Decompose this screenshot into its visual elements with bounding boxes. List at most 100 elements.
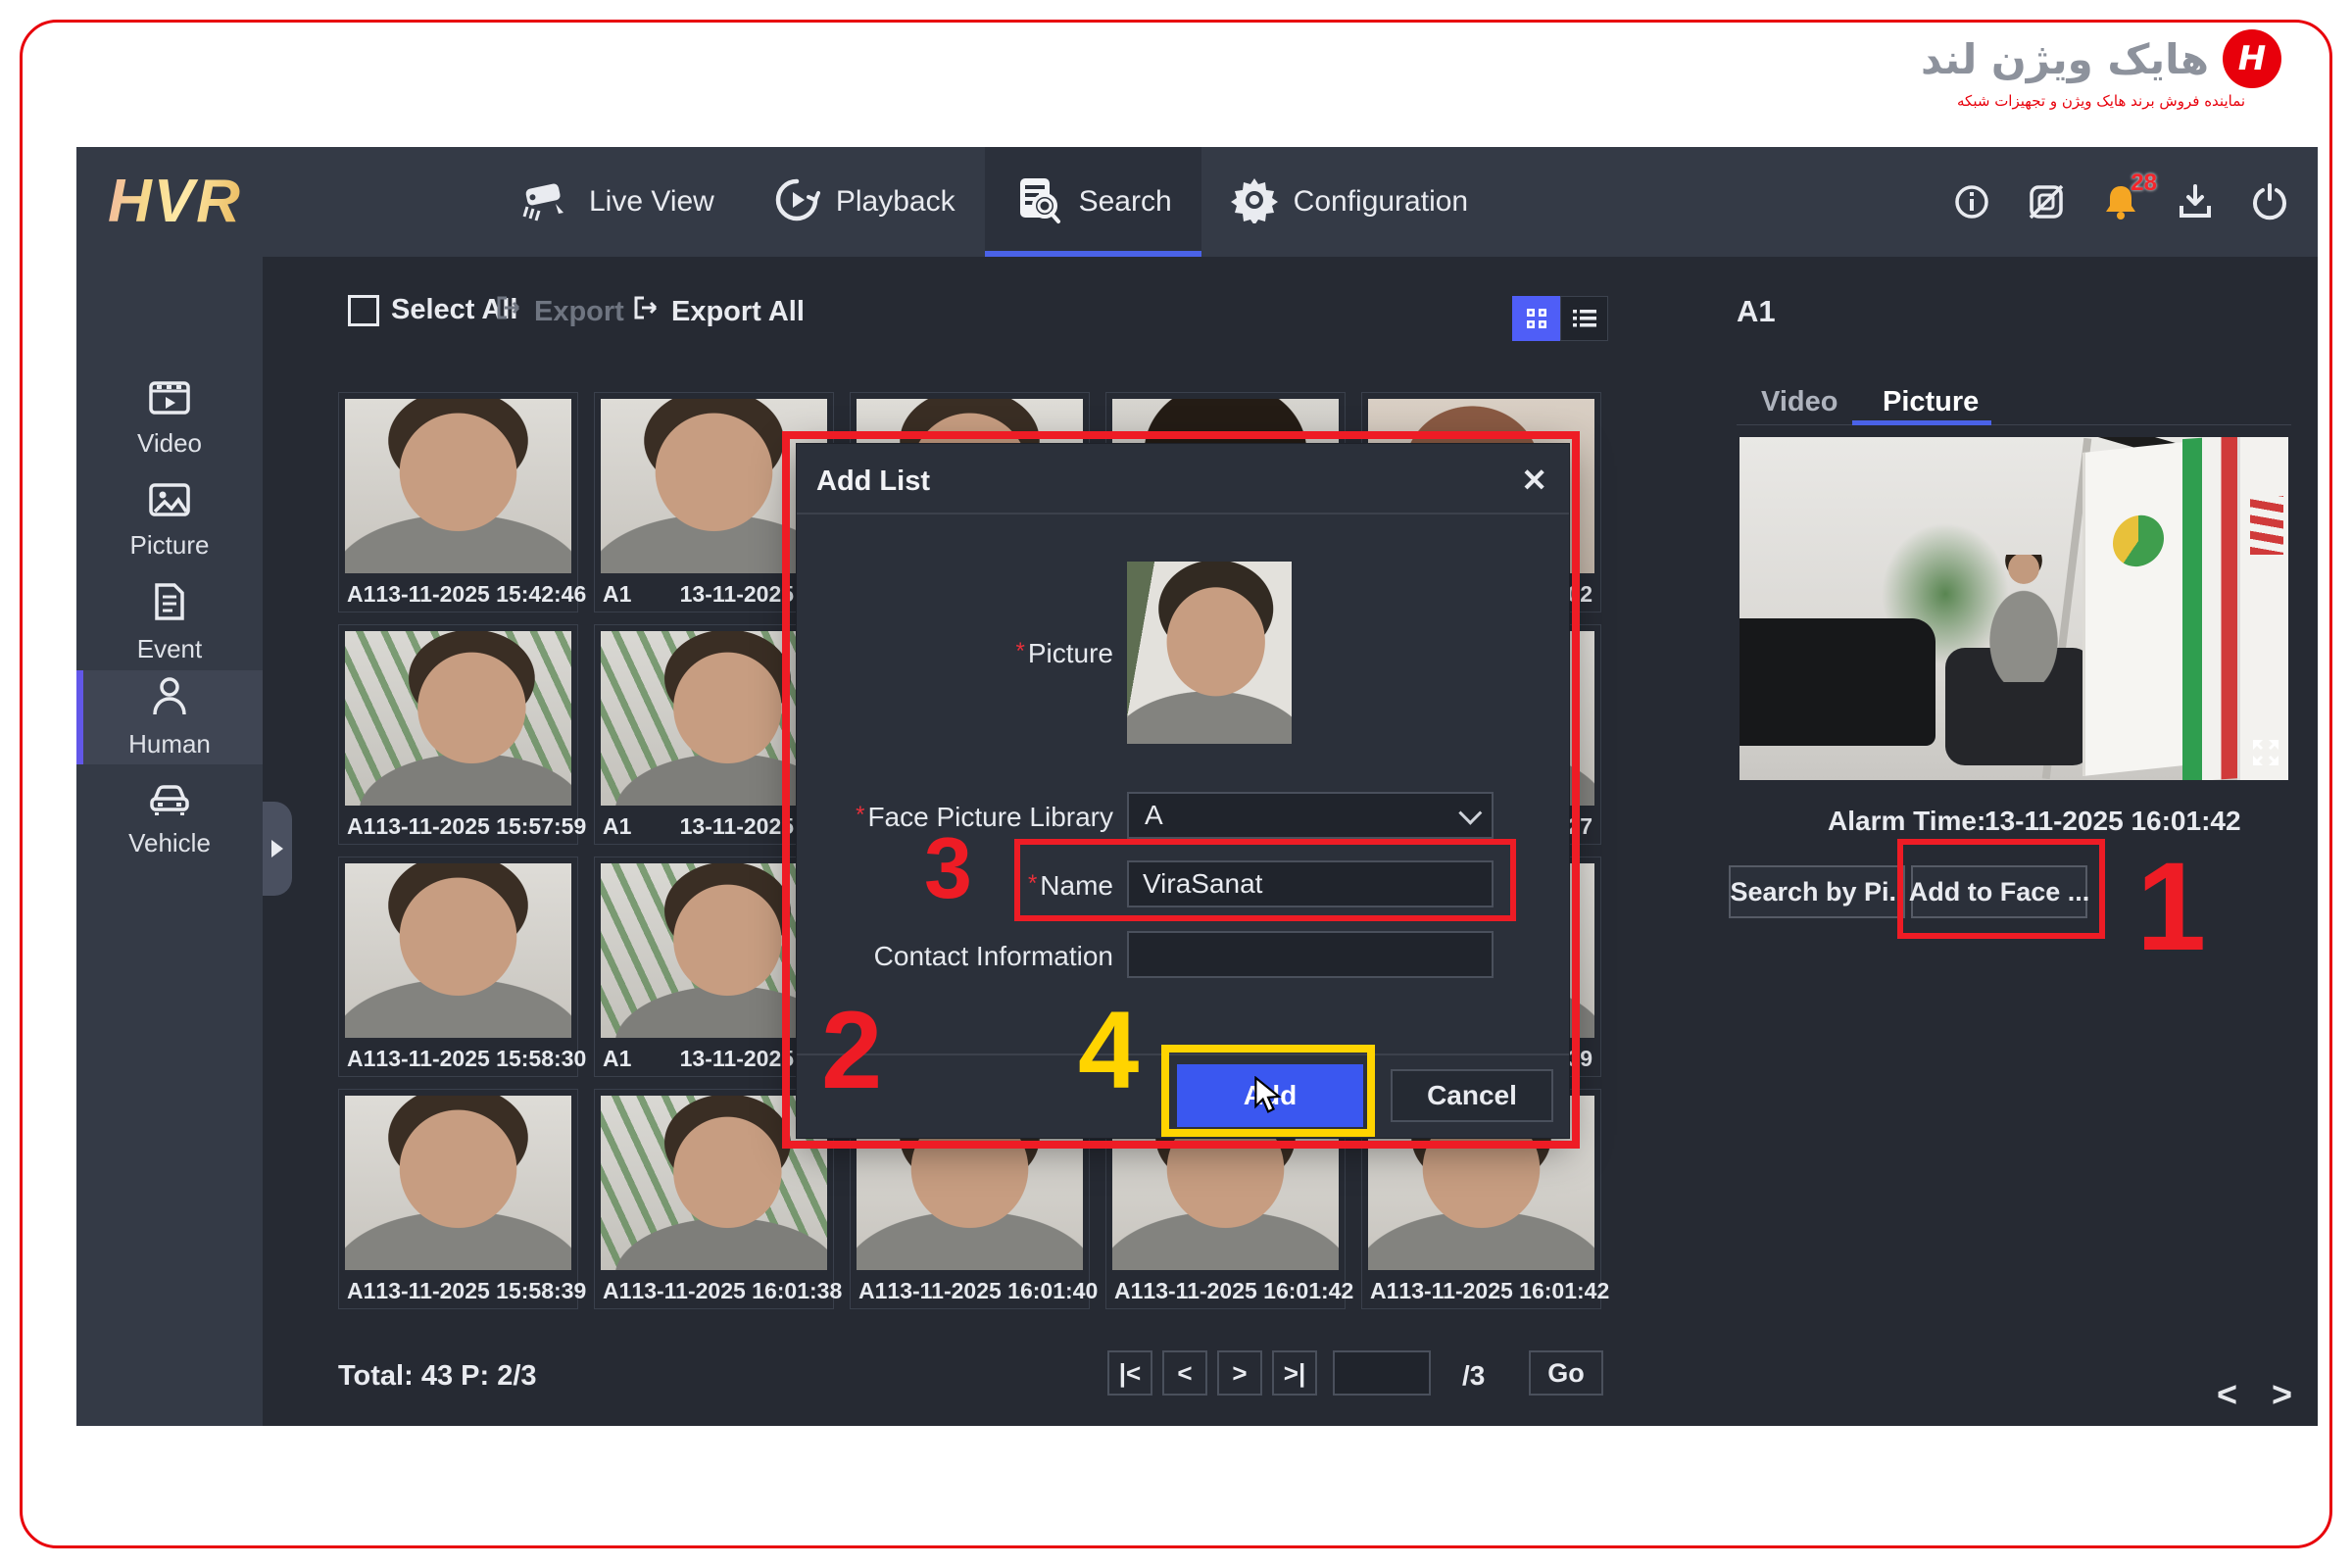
face-image bbox=[601, 399, 827, 573]
picture-icon bbox=[148, 482, 191, 522]
face-image bbox=[345, 399, 571, 573]
list-view-button[interactable] bbox=[1560, 296, 1608, 341]
thumbnail-cell[interactable]: A1 13-11-2025 15:42:46 bbox=[338, 392, 578, 612]
app-window: HVR Live View bbox=[76, 147, 2318, 1426]
sidebar-item-picture[interactable]: Picture bbox=[76, 474, 263, 568]
tab-search[interactable]: Search bbox=[985, 147, 1201, 257]
alarm-badge: 28 bbox=[2131, 170, 2157, 197]
select-all-control[interactable]: Select All bbox=[348, 294, 517, 326]
cancel-button[interactable]: Cancel bbox=[1391, 1069, 1553, 1122]
face-image bbox=[601, 631, 827, 806]
sidebar-item-video-label: Video bbox=[137, 428, 202, 459]
first-page-button[interactable]: |< bbox=[1107, 1350, 1152, 1396]
channel-label: A1 bbox=[595, 581, 631, 608]
export-button[interactable]: Export bbox=[495, 294, 624, 329]
required-asterisk: * bbox=[856, 802, 864, 828]
modal-title: Add List bbox=[816, 466, 930, 498]
picture-field-label: *Picture bbox=[819, 638, 1113, 669]
fullscreen-expand-icon[interactable] bbox=[2251, 738, 2280, 772]
page-number-input[interactable] bbox=[1333, 1350, 1431, 1396]
timestamp-label: 13-11-2025 16:01:42 bbox=[1143, 1278, 1361, 1304]
sidebar-item-event[interactable]: Event bbox=[76, 576, 263, 670]
required-asterisk: * bbox=[1016, 638, 1025, 664]
brand-logo-mark: H bbox=[2223, 29, 2281, 88]
export-all-button[interactable]: Export All bbox=[632, 294, 805, 329]
detail-tab-video[interactable]: Video bbox=[1761, 386, 1838, 418]
view-toggle bbox=[1512, 296, 1608, 341]
sidebar-item-human[interactable]: Human bbox=[76, 670, 263, 764]
face-library-value: A bbox=[1145, 800, 1163, 831]
export-all-label: Export All bbox=[671, 296, 805, 328]
results-total: Total: 43 P: 2/3 bbox=[338, 1360, 537, 1393]
thumbnail-caption: A1 13-11-2025 15:58:30 bbox=[339, 1042, 577, 1076]
thumbnail-caption: A1 13-11-2025 16:01:38 bbox=[595, 1274, 833, 1308]
event-icon bbox=[152, 582, 187, 626]
detail-tab-active-underline bbox=[1852, 420, 1991, 425]
thumbnail-cell[interactable]: A1 13-11-2025 15:58:39 bbox=[338, 1089, 578, 1309]
add-to-face-button[interactable]: Add to Face ... bbox=[1911, 865, 2087, 918]
search-by-picture-button[interactable]: Search by Pi.. bbox=[1729, 865, 1905, 918]
thumbnail-caption: A1 13-11-2025 16:01:42 bbox=[1362, 1274, 1600, 1308]
face-library-select[interactable]: A bbox=[1127, 792, 1494, 839]
detail-preview-image bbox=[1740, 437, 2288, 780]
top-navbar: HVR Live View bbox=[76, 147, 2318, 257]
thumbnail-caption: A1 13-11-2025 16:01:40 bbox=[851, 1274, 1089, 1308]
export-icon bbox=[495, 294, 522, 329]
timestamp-label: 13-11-2025 15:42:46 bbox=[375, 581, 594, 608]
brand-logo: H هایک ویژن لند نماینده فروش برند هایک و… bbox=[1921, 29, 2281, 110]
timestamp-label: 39 bbox=[1567, 1046, 1600, 1072]
required-asterisk: * bbox=[1028, 870, 1037, 897]
export-all-icon bbox=[632, 294, 660, 329]
sidebar-item-vehicle-label: Vehicle bbox=[128, 828, 211, 858]
grid-view-button[interactable] bbox=[1512, 296, 1560, 341]
detail-tab-picture[interactable]: Picture bbox=[1883, 386, 1979, 418]
prev-page-button[interactable]: < bbox=[1162, 1350, 1207, 1396]
face-image bbox=[601, 1096, 827, 1270]
gear-icon bbox=[1231, 176, 1278, 228]
go-button[interactable]: Go bbox=[1529, 1350, 1603, 1396]
channel-label: A1 bbox=[339, 581, 375, 608]
alarm-time-label: Alarm Time: bbox=[1828, 806, 1985, 837]
info-icon[interactable] bbox=[1951, 181, 1992, 222]
sidebar-collapse-handle[interactable] bbox=[263, 802, 292, 896]
timestamp-label: 13-11-2025 15:58:30 bbox=[375, 1046, 594, 1072]
timestamp-label: 02 bbox=[1567, 581, 1600, 608]
face-image bbox=[345, 863, 571, 1038]
add-button[interactable]: Add bbox=[1177, 1064, 1363, 1127]
panel-next-chevron[interactable]: > bbox=[2272, 1374, 2292, 1415]
power-icon[interactable] bbox=[2249, 181, 2290, 222]
tab-configuration[interactable]: Configuration bbox=[1201, 147, 1497, 257]
select-all-checkbox[interactable] bbox=[348, 295, 379, 326]
brand-name: هایک ویژن لند bbox=[1921, 35, 2209, 83]
contact-input[interactable] bbox=[1127, 931, 1494, 978]
thumbnail-caption: A1 13-11-2025 15:57:59 bbox=[339, 809, 577, 844]
next-page-button[interactable]: > bbox=[1217, 1350, 1262, 1396]
detail-tabs-divider bbox=[1737, 424, 2291, 425]
brand-tagline: نماینده فروش برند هایک ویژن و تجهیزات شب… bbox=[1921, 92, 2281, 110]
thumbnail-cell[interactable]: A1 13-11-2025 15:58:30 bbox=[338, 857, 578, 1077]
thumbnail-cell[interactable]: A1 13-11-2025 15:57:59 bbox=[338, 624, 578, 845]
timestamp-label: 13-11-2025 15:58:39 bbox=[375, 1278, 594, 1304]
download-icon[interactable] bbox=[2175, 181, 2216, 222]
channel-label: A1 bbox=[595, 1046, 631, 1072]
close-icon[interactable]: ✕ bbox=[1521, 462, 1547, 499]
alarm-bell-icon[interactable]: 28 bbox=[2100, 181, 2141, 222]
timestamp-label: 13-11-2025 16:01:40 bbox=[887, 1278, 1105, 1304]
tab-playback[interactable]: Playback bbox=[744, 147, 985, 257]
sidebar-item-picture-label: Picture bbox=[130, 530, 210, 561]
last-page-button[interactable]: >| bbox=[1272, 1350, 1317, 1396]
screen-off-icon[interactable] bbox=[2026, 181, 2067, 222]
panel-prev-chevron[interactable]: < bbox=[2217, 1374, 2237, 1415]
search-doc-icon bbox=[1014, 175, 1063, 229]
sidebar-item-vehicle[interactable]: Vehicle bbox=[76, 772, 263, 866]
sidebar-item-video[interactable]: Video bbox=[76, 372, 263, 466]
name-input[interactable] bbox=[1127, 860, 1494, 907]
list-view-icon bbox=[1572, 307, 1597, 330]
thumbnail-caption: A1 13-11-2025 15:58:39 bbox=[339, 1274, 577, 1308]
playback-icon bbox=[773, 176, 820, 228]
sidebar-item-event-label: Event bbox=[137, 634, 203, 664]
library-field-label: *Face Picture Library bbox=[819, 802, 1113, 833]
tab-live-view[interactable]: Live View bbox=[493, 147, 744, 257]
export-label: Export bbox=[534, 296, 624, 328]
add-list-modal: Add List ✕ *Picture *Face Picture Librar… bbox=[796, 443, 1570, 1139]
